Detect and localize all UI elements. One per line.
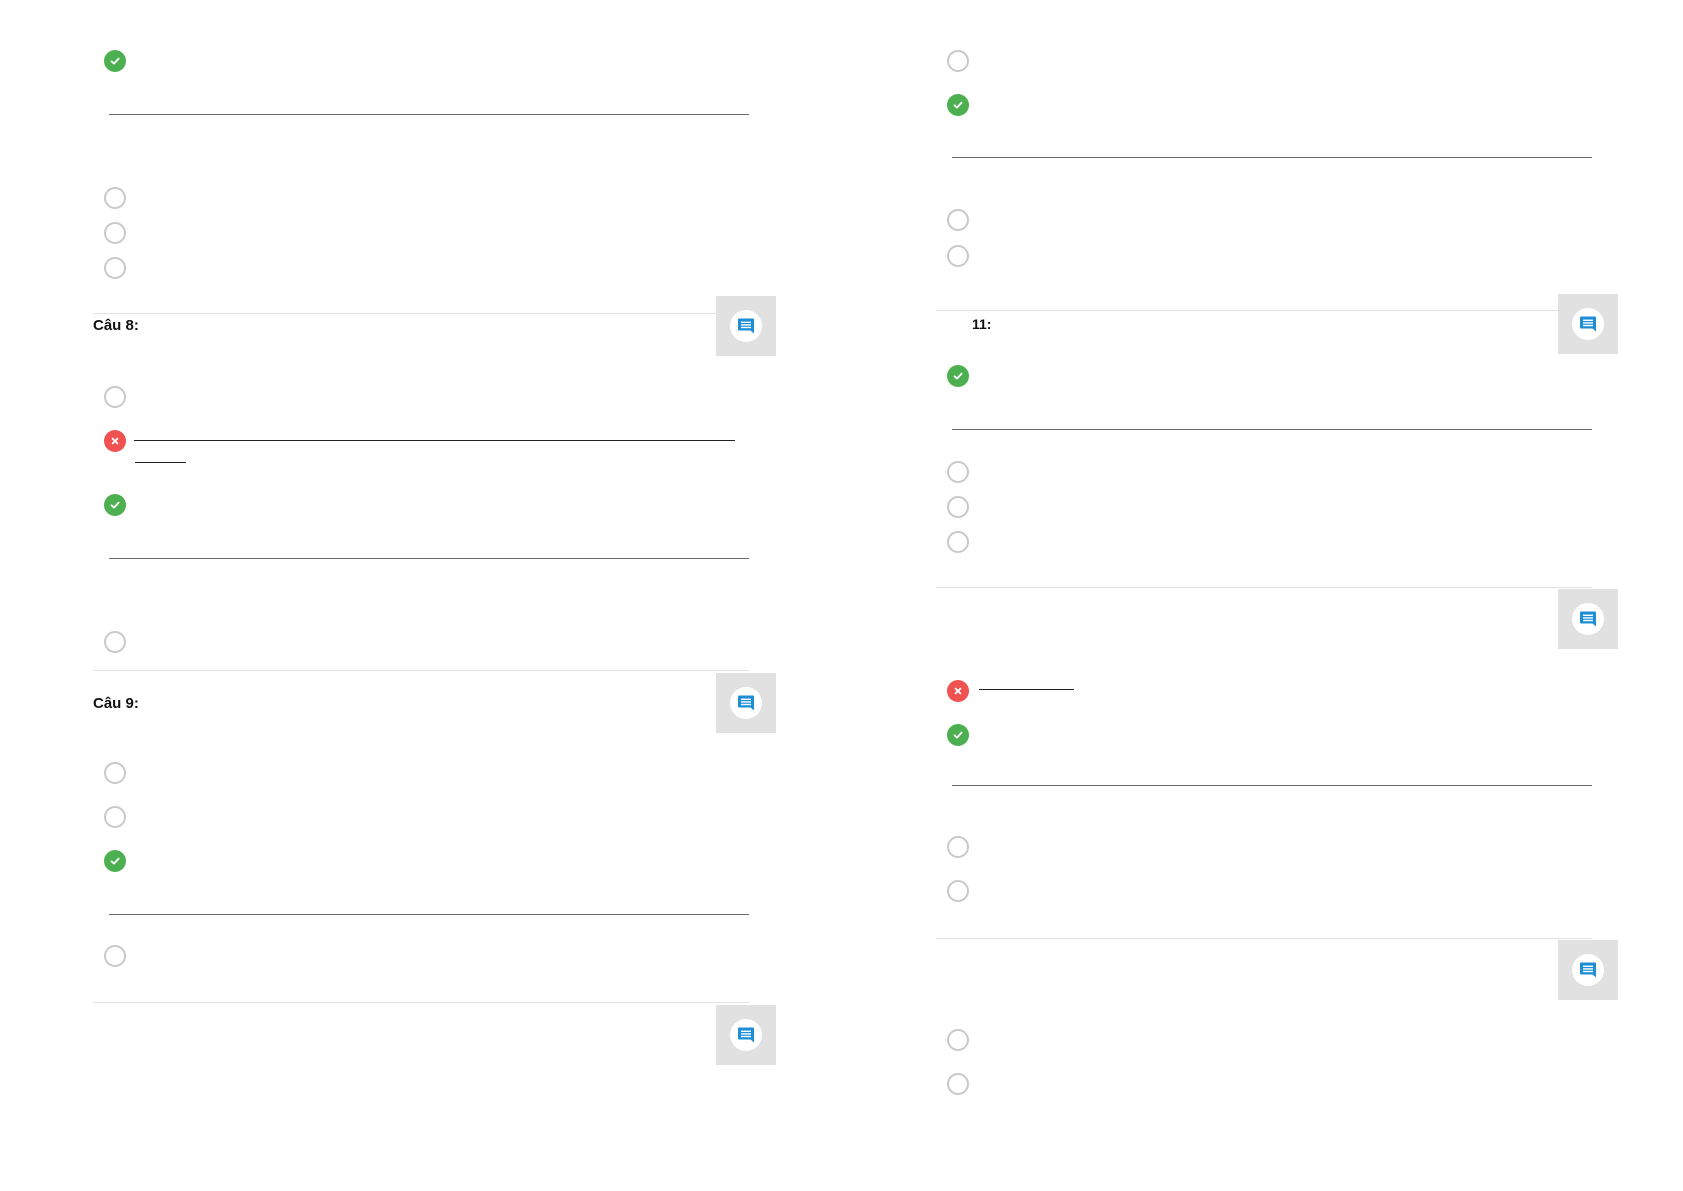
- comment-icon: [1578, 314, 1598, 334]
- radio-empty-icon[interactable]: [947, 1029, 969, 1051]
- question-divider: [936, 938, 1592, 939]
- comment-icon: [1578, 960, 1598, 980]
- radio-empty-icon[interactable]: [104, 187, 126, 209]
- x-circle-icon[interactable]: [104, 430, 126, 452]
- comment-icon-badge: [730, 1019, 762, 1051]
- question-divider: [93, 1002, 749, 1003]
- check-circle-icon[interactable]: [104, 850, 126, 872]
- radio-empty-icon[interactable]: [947, 461, 969, 483]
- comment-icon-badge: [730, 687, 762, 719]
- radio-empty-icon[interactable]: [104, 806, 126, 828]
- question-divider: [936, 587, 1592, 588]
- comment-icon-badge: [730, 310, 762, 342]
- comment-button[interactable]: [716, 673, 776, 733]
- radio-empty-icon[interactable]: [947, 245, 969, 267]
- left-column: Câu 8: Câu 9:: [0, 0, 842, 1191]
- radio-empty-icon[interactable]: [104, 222, 126, 244]
- divider: [952, 157, 1592, 158]
- radio-empty-icon[interactable]: [104, 762, 126, 784]
- check-circle-icon[interactable]: [104, 494, 126, 516]
- radio-empty-icon[interactable]: [104, 945, 126, 967]
- comment-icon-badge: [1572, 954, 1604, 986]
- comment-icon: [736, 1025, 756, 1045]
- radio-empty-icon[interactable]: [947, 880, 969, 902]
- x-circle-icon[interactable]: [947, 680, 969, 702]
- check-circle-icon[interactable]: [947, 94, 969, 116]
- comment-icon: [736, 693, 756, 713]
- check-circle-icon[interactable]: [947, 724, 969, 746]
- divider: [109, 558, 749, 559]
- question-label-9: Câu 9:: [93, 695, 139, 712]
- divider: [109, 914, 749, 915]
- comment-button[interactable]: [1558, 589, 1618, 649]
- divider: [952, 429, 1592, 430]
- comment-icon-badge: [1572, 308, 1604, 340]
- question-divider: [93, 670, 749, 671]
- comment-button[interactable]: [1558, 294, 1618, 354]
- divider: [952, 785, 1592, 786]
- radio-empty-icon[interactable]: [104, 386, 126, 408]
- question-divider: [93, 313, 749, 314]
- radio-empty-icon[interactable]: [947, 496, 969, 518]
- radio-empty-icon[interactable]: [947, 836, 969, 858]
- radio-empty-icon[interactable]: [947, 1073, 969, 1095]
- radio-empty-icon[interactable]: [947, 531, 969, 553]
- comment-icon: [1578, 609, 1598, 629]
- radio-empty-icon[interactable]: [104, 257, 126, 279]
- question-label-8: Câu 8:: [93, 317, 139, 334]
- radio-empty-icon[interactable]: [947, 50, 969, 72]
- comment-button[interactable]: [716, 1005, 776, 1065]
- answer-underline: [979, 689, 1074, 690]
- check-circle-icon[interactable]: [104, 50, 126, 72]
- right-column: 11:: [842, 0, 1683, 1191]
- radio-empty-icon[interactable]: [104, 631, 126, 653]
- comment-button[interactable]: [1558, 940, 1618, 1000]
- radio-empty-icon[interactable]: [947, 209, 969, 231]
- divider: [109, 114, 749, 115]
- comment-icon: [736, 316, 756, 336]
- question-divider: [936, 310, 1592, 311]
- question-label-11: 11:: [972, 316, 992, 332]
- comment-button[interactable]: [716, 296, 776, 356]
- answer-underline: [135, 462, 186, 463]
- check-circle-icon[interactable]: [947, 365, 969, 387]
- answer-underline: [134, 440, 735, 441]
- comment-icon-badge: [1572, 603, 1604, 635]
